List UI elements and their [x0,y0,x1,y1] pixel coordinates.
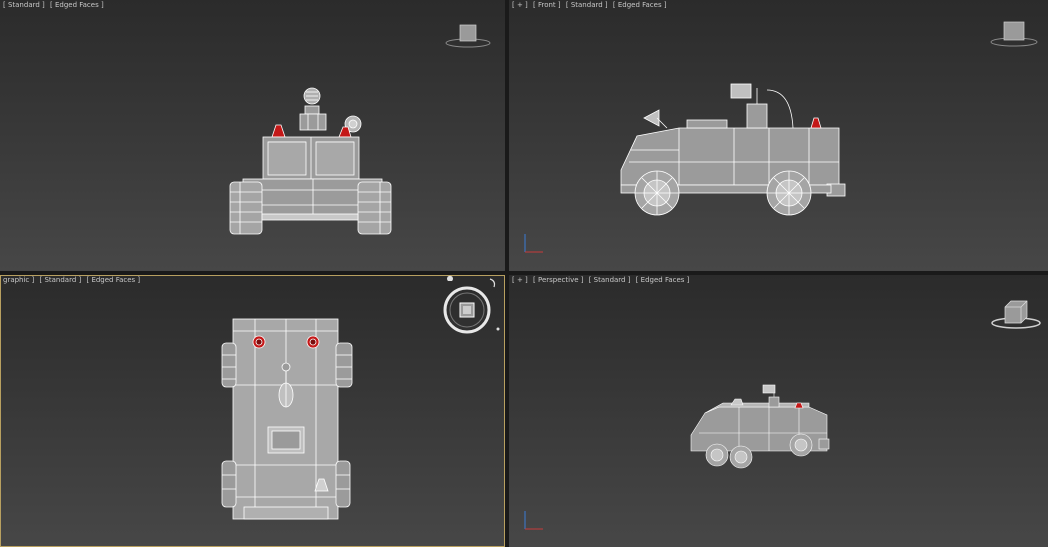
viewport-top-right[interactable]: [ + ] [ Front ] [ Standard ] [ Edged Fac… [509,0,1048,271]
vehicle-perspective-view [690,384,830,469]
viewport-bottom-right[interactable]: [ + ] [ Perspective ] [ Standard ] [ Edg… [509,275,1048,547]
viewport-top-left[interactable]: [ Standard ] [ Edged Faces ] [0,0,505,271]
vehicle-side-view [620,83,846,216]
viewport-bottom-left[interactable]: graphic ] [ Standard ] [ Edged Faces ] [0,275,505,547]
axis-tripod-icon [524,511,543,530]
vehicle-top-view [221,318,353,520]
viewcube-compass-icon[interactable] [440,275,504,339]
vehicle-rear-view [229,87,392,235]
axis-tripod-icon [524,234,543,253]
